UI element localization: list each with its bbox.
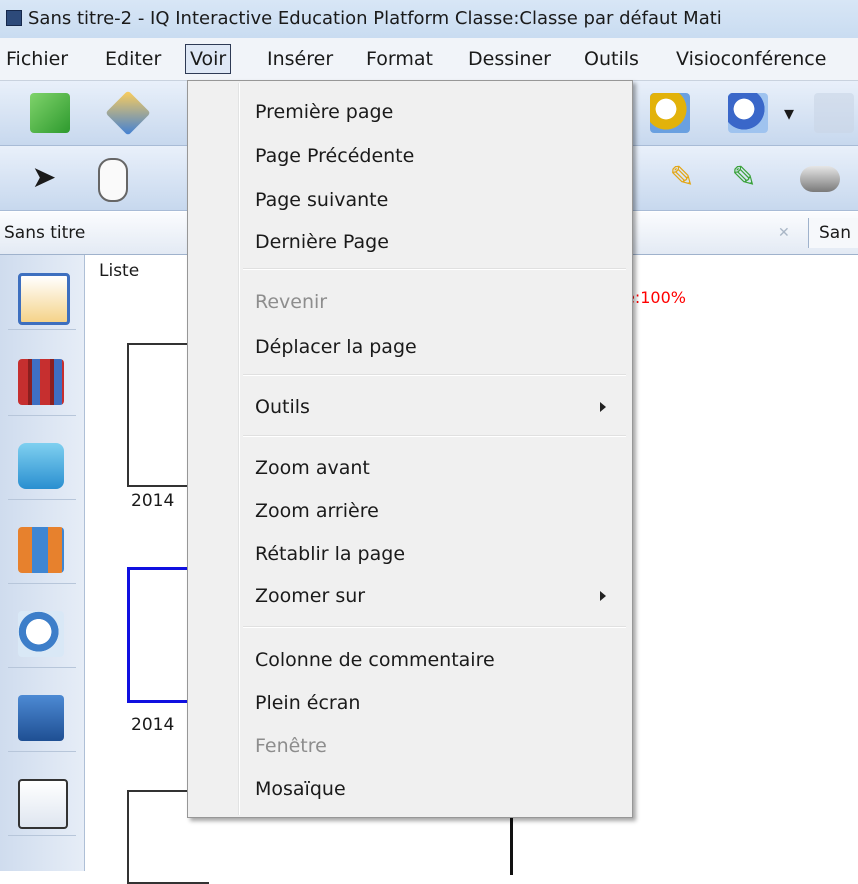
menu-item-fenetre: Fenêtre	[255, 735, 327, 757]
eraser-block-icon[interactable]	[800, 166, 840, 192]
menu-format[interactable]: Format	[366, 38, 433, 80]
grid-icon[interactable]	[814, 93, 854, 133]
sidebar-computer[interactable]	[8, 685, 76, 752]
folder-icon	[18, 443, 64, 489]
menu-item-page-precedente[interactable]: Page Précédente	[255, 141, 414, 171]
menu-item-zoom-arriere[interactable]: Zoom arrière	[255, 496, 379, 526]
left-sidebar	[0, 255, 85, 871]
dropdown-arrow-icon[interactable]: ▾	[784, 93, 798, 133]
sidebar-notes[interactable]	[8, 769, 76, 836]
sidebar-clipboard[interactable]	[8, 263, 76, 330]
zoom-window-icon[interactable]	[728, 93, 768, 133]
thumbnail-label: 2014	[131, 491, 175, 511]
menu-item-premiere-page[interactable]: Première page	[255, 97, 393, 127]
menu-dessiner[interactable]: Dessiner	[468, 38, 551, 80]
eraser-icon[interactable]	[105, 90, 151, 136]
window-titlebar: Sans titre-2 - IQ Interactive Education …	[0, 0, 858, 38]
pen-icon[interactable]: ✎	[662, 158, 702, 198]
menu-inserer[interactable]: Insérer	[267, 38, 333, 80]
binders-icon	[18, 527, 64, 573]
pointer-icon[interactable]: ➤	[24, 158, 64, 198]
menu-visioconference[interactable]: Visioconférence	[676, 38, 826, 80]
voir-menu: Première page Page Précédente Page suiva…	[187, 80, 633, 818]
magic-pen-icon[interactable]: ✎	[724, 158, 764, 198]
zoom-level: e:100%	[625, 288, 686, 307]
notes-edit-icon	[18, 779, 68, 829]
menu-item-mosaique[interactable]: Mosaïque	[255, 774, 346, 804]
sidebar-folder[interactable]	[8, 433, 76, 500]
menu-item-deplacer-la-page[interactable]: Déplacer la page	[255, 332, 417, 362]
tab-sans-titre[interactable]: Sans titre	[4, 212, 85, 254]
menu-separator	[243, 435, 626, 437]
menu-item-outils[interactable]: Outils	[255, 392, 310, 422]
menubar: Fichier Editer Voir Insérer Format Dessi…	[0, 38, 858, 81]
search-zoom-icon	[18, 611, 64, 657]
window-title: Sans titre-2 - IQ Interactive Education …	[28, 8, 722, 29]
menu-gutter-highlight	[239, 83, 240, 815]
app-icon	[6, 10, 22, 26]
computer-icon	[18, 695, 64, 741]
menu-voir[interactable]: Voir	[185, 44, 232, 74]
zoom-icon[interactable]	[650, 93, 690, 133]
menu-fichier[interactable]: Fichier	[6, 38, 68, 80]
menu-item-page-suivante[interactable]: Page suivante	[255, 185, 388, 215]
sidebar-binders[interactable]	[8, 517, 76, 584]
mouse-icon[interactable]	[98, 158, 128, 202]
menu-editer[interactable]: Editer	[105, 38, 161, 80]
menu-separator	[243, 626, 626, 628]
menu-item-revenir: Revenir	[255, 291, 328, 313]
menu-outils[interactable]: Outils	[584, 38, 639, 80]
menu-item-zoom-avant[interactable]: Zoom avant	[255, 453, 370, 483]
submenu-arrow-icon	[600, 591, 606, 601]
thumbnail-label: 2014	[131, 715, 175, 735]
menu-item-derniere-page[interactable]: Dernière Page	[255, 227, 389, 257]
submenu-arrow-icon	[600, 402, 606, 412]
tab-close-icon[interactable]: ✕	[778, 212, 790, 254]
menu-item-plein-ecran[interactable]: Plein écran	[255, 688, 360, 718]
sidebar-search[interactable]	[8, 601, 76, 668]
liste-label: Liste	[99, 261, 140, 281]
menu-item-retablir-la-page[interactable]: Rétablir la page	[255, 539, 405, 569]
menu-separator	[243, 268, 626, 270]
new-page-icon[interactable]	[30, 93, 70, 133]
menu-item-zoomer-sur[interactable]: Zoomer sur	[255, 581, 365, 611]
menu-separator	[243, 374, 626, 376]
library-icon	[18, 359, 64, 405]
tab-second[interactable]: San	[808, 218, 858, 248]
menu-item-colonne-de-commentaire[interactable]: Colonne de commentaire	[255, 645, 495, 675]
sidebar-library[interactable]	[8, 349, 76, 416]
clipboard-icon	[18, 273, 70, 325]
